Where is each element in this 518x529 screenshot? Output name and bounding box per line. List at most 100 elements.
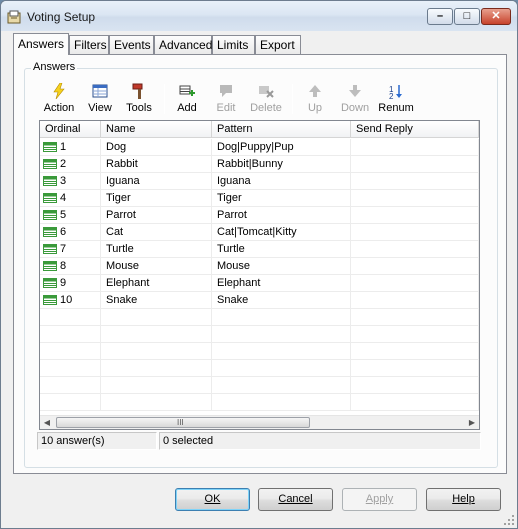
close-icon: ✕ (491, 10, 501, 22)
cell-ordinal: 10 (40, 292, 101, 309)
arrow-up-icon (309, 85, 321, 97)
answer-row-icon (43, 210, 57, 220)
view-label: View (88, 102, 112, 114)
cell-send-reply (351, 224, 479, 241)
answers-list[interactable]: Ordinal Name Pattern Send Reply 1 Dog Dog|… (39, 120, 480, 430)
tab-limits[interactable]: Limits (212, 35, 255, 55)
cell-name (101, 394, 212, 411)
resize-grip-icon[interactable] (503, 514, 515, 526)
ordinal-value: 10 (60, 294, 73, 306)
tools-button[interactable]: Tools (120, 82, 158, 116)
list-header: Ordinal Name Pattern Send Reply (40, 121, 479, 138)
ordinal-value: 2 (60, 158, 67, 170)
cell-pattern: Cat|Tomcat|Kitty (212, 224, 351, 241)
cell-pattern: Rabbit|Bunny (212, 156, 351, 173)
cell-name: Tiger (101, 190, 212, 207)
hammer-icon (132, 83, 143, 99)
svg-text:2: 2 (389, 92, 394, 99)
toolbar-separator (292, 84, 293, 114)
ordinal-value: 3 (60, 175, 67, 187)
arrow-down-icon (349, 85, 361, 97)
cancel-label: Cancel (278, 493, 313, 505)
tab-events[interactable]: Events (109, 35, 154, 55)
cell-send-reply (351, 156, 479, 173)
cell-pattern: Parrot (212, 207, 351, 224)
scroll-left-icon[interactable]: ◀ (40, 416, 54, 429)
delete-button[interactable]: Delete (246, 82, 286, 116)
minimize-button[interactable]: – (427, 8, 453, 25)
cell-pattern: Iguana (212, 173, 351, 190)
edit-icon (220, 85, 232, 97)
cell-name: Mouse (101, 258, 212, 275)
table-row[interactable]: 7 Turtle Turtle (40, 241, 479, 258)
column-header-name[interactable]: Name (101, 121, 212, 138)
table-row[interactable]: 3 Iguana Iguana (40, 173, 479, 190)
answer-row-icon (43, 295, 57, 305)
ok-button[interactable]: OK (175, 488, 250, 511)
column-header-pattern[interactable]: Pattern (212, 121, 351, 138)
cancel-button[interactable]: Cancel (258, 488, 333, 511)
title-bar[interactable]: Voting Setup – □ ✕ (1, 1, 517, 31)
up-label: Up (307, 102, 323, 114)
cell-name: Elephant (101, 275, 212, 292)
cell-ordinal (40, 343, 101, 360)
apply-label: Apply (365, 493, 394, 505)
table-row[interactable]: 1 Dog Dog|Puppy|Pup (40, 139, 479, 156)
tab-answers[interactable]: Answers (13, 33, 69, 55)
table-row[interactable]: 9 Elephant Elephant (40, 275, 479, 292)
tab-export[interactable]: Export (255, 35, 301, 55)
up-button[interactable]: Up (298, 82, 332, 116)
scrollbar-grip: III (177, 418, 184, 427)
cell-name: Dog (101, 139, 212, 156)
horizontal-scrollbar[interactable]: ◀ III ▶ (40, 415, 479, 429)
maximize-button[interactable]: □ (454, 8, 480, 25)
apply-button[interactable]: Apply (342, 488, 417, 511)
down-button[interactable]: Down (336, 82, 374, 116)
toolbar-separator (164, 84, 165, 114)
help-button[interactable]: Help (426, 488, 501, 511)
cell-ordinal: 8 (40, 258, 101, 275)
ok-label: OK (204, 493, 221, 505)
cell-send-reply (351, 394, 479, 411)
answer-row-icon (43, 193, 57, 203)
table-row[interactable]: 2 Rabbit Rabbit|Bunny (40, 156, 479, 173)
answer-row-icon (43, 176, 57, 186)
tab-advanced[interactable]: Advanced (154, 35, 212, 55)
add-row-icon (179, 85, 195, 96)
action-button[interactable]: Action (36, 82, 82, 116)
table-row[interactable]: 4 Tiger Tiger (40, 190, 479, 207)
scroll-right-icon[interactable]: ▶ (465, 416, 479, 429)
table-row[interactable]: 6 Cat Cat|Tomcat|Kitty (40, 224, 479, 241)
cell-ordinal: 5 (40, 207, 101, 224)
cell-pattern: Turtle (212, 241, 351, 258)
renumber-icon: 12 (389, 85, 402, 99)
voting-setup-window: Voting Setup – □ ✕ Answers Filters Event… (0, 0, 518, 529)
cell-pattern (212, 360, 351, 377)
answer-row-icon (43, 261, 57, 271)
minimize-icon: – (436, 10, 444, 22)
cell-send-reply (351, 173, 479, 190)
cell-pattern (212, 343, 351, 360)
view-button[interactable]: View (82, 82, 118, 116)
cell-pattern: Elephant (212, 275, 351, 292)
table-row[interactable]: 10 Snake Snake (40, 292, 479, 309)
scrollbar-thumb[interactable]: III (56, 417, 310, 428)
cell-pattern: Tiger (212, 190, 351, 207)
table-row[interactable]: 5 Parrot Parrot (40, 207, 479, 224)
column-header-ordinal[interactable]: Ordinal (40, 121, 101, 138)
ordinal-value: 4 (60, 192, 67, 204)
column-header-send-reply[interactable]: Send Reply (351, 121, 479, 138)
answer-row-icon (43, 159, 57, 169)
add-button[interactable]: Add (170, 82, 204, 116)
ordinal-value: 8 (60, 260, 67, 272)
table-row[interactable]: 8 Mouse Mouse (40, 258, 479, 275)
cell-name (101, 326, 212, 343)
cell-send-reply (351, 241, 479, 258)
cell-name: Iguana (101, 173, 212, 190)
renum-button[interactable]: 12 Renum (376, 82, 416, 116)
edit-button[interactable]: Edit (208, 82, 244, 116)
cell-send-reply (351, 207, 479, 224)
close-button[interactable]: ✕ (481, 8, 511, 25)
empty-row (40, 326, 479, 343)
tab-filters[interactable]: Filters (69, 35, 109, 55)
